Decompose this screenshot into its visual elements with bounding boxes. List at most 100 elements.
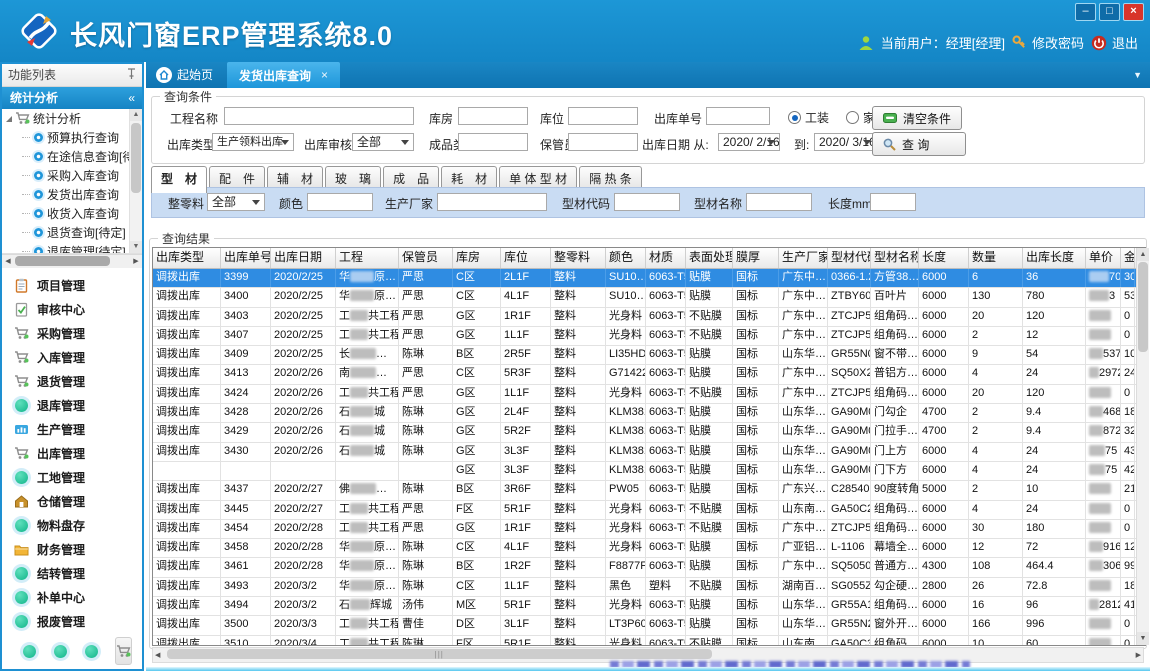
column-header-1[interactable]: 出库单号 bbox=[221, 248, 271, 268]
table-row[interactable]: 调拨出库34002020/2/25华原…严思C区4L1F整料SU10…6063-… bbox=[153, 288, 1145, 307]
sidebar-item-8[interactable]: 工地管理 bbox=[2, 465, 142, 489]
sidebar-item-14[interactable]: 报废管理 bbox=[2, 609, 142, 633]
material-tab-0[interactable]: 型 材 bbox=[151, 166, 207, 193]
out-type-combo[interactable]: 生产领料出库 bbox=[212, 133, 294, 151]
color-input[interactable] bbox=[307, 193, 373, 211]
collapse-icon[interactable]: « bbox=[128, 87, 135, 109]
table-row[interactable]: 调拨出库34032020/2/25工共工程严思G区1R1F整料光身料6063-T… bbox=[153, 308, 1145, 327]
table-row[interactable]: G区3L3F整料KLM38176063-T5贴膜国标山东华…GA90M09.门下… bbox=[153, 462, 1145, 481]
column-header-10[interactable]: 表面处理 bbox=[686, 248, 733, 268]
column-header-5[interactable]: 库房 bbox=[453, 248, 501, 268]
pin-icon[interactable] bbox=[127, 68, 136, 80]
warehouse-input[interactable] bbox=[458, 107, 528, 125]
search-button[interactable]: 查 询 bbox=[872, 132, 966, 156]
table-row[interactable]: 调拨出库34942020/3/2石辉城汤伟M区5R1F整料光身料6063-T5贴… bbox=[153, 597, 1145, 616]
tree-item-1[interactable]: 在途信息查询[待 bbox=[2, 147, 142, 166]
sidebar-item-13[interactable]: 补单中心 bbox=[2, 585, 142, 609]
table-vertical-scrollbar[interactable]: ▲ ▼ bbox=[1136, 248, 1149, 645]
table-row[interactable]: 调拨出库34132020/2/26南…严思C区5R3F整料G714226063-… bbox=[153, 365, 1145, 384]
table-row[interactable]: 调拨出库34612020/2/28华原…陈琳B区1R2F整料F8877FT606… bbox=[153, 558, 1145, 577]
column-header-16[interactable]: 数量 bbox=[969, 248, 1023, 268]
table-row[interactable]: 调拨出库33992020/2/25华原…严思C区2L1F整料SU10…6063-… bbox=[153, 269, 1145, 288]
table-row[interactable]: 调拨出库34092020/2/25长…陈琳B区2R5F整料LI35HD6063-… bbox=[153, 346, 1145, 365]
tab-home[interactable]: 起始页 bbox=[146, 62, 227, 88]
table-row[interactable]: 调拨出库34282020/2/26石城陈琳G区2L4F整料KLM38176063… bbox=[153, 404, 1145, 423]
tree-item-4[interactable]: 收货入库查询 bbox=[2, 204, 142, 223]
column-header-11[interactable]: 膜厚 bbox=[733, 248, 779, 268]
close-button[interactable]: × bbox=[1123, 3, 1144, 21]
tree-expander-icon[interactable] bbox=[6, 116, 12, 122]
column-header-9[interactable]: 材质 bbox=[646, 248, 686, 268]
module-dot-icon[interactable] bbox=[23, 645, 36, 658]
date-from-picker[interactable]: 2020/ 2/16 bbox=[718, 133, 780, 151]
table-row[interactable]: 调拨出库35102020/3/4工共工程陈琳F区5R1F整料光身料6063-T5… bbox=[153, 636, 1145, 646]
sidebar-item-0[interactable]: 项目管理 bbox=[2, 273, 142, 297]
tab-list-dropdown-icon[interactable]: ▼ bbox=[1133, 70, 1150, 88]
tree-horizontal-scrollbar[interactable]: ◀ ▶ bbox=[2, 254, 142, 268]
out-audit-combo[interactable]: 全部 bbox=[352, 133, 414, 151]
change-password-button[interactable]: 修改密码 bbox=[1012, 33, 1084, 52]
logout-button[interactable]: 退出 bbox=[1091, 33, 1138, 52]
sidebar-item-10[interactable]: 物料盘存 bbox=[2, 513, 142, 537]
sidebar-item-9[interactable]: 仓储管理 bbox=[2, 489, 142, 513]
column-header-4[interactable]: 保管员 bbox=[399, 248, 453, 268]
table-row[interactable]: 调拨出库34242020/2/26工共工程严思G区1L1F整料光身料6063-T… bbox=[153, 385, 1145, 404]
tree-item-3[interactable]: 发货出库查询 bbox=[2, 185, 142, 204]
column-header-8[interactable]: 颜色 bbox=[606, 248, 646, 268]
date-to-picker[interactable]: 2020/ 3/16 bbox=[814, 133, 876, 151]
tree-root-statistics[interactable]: 统计分析 bbox=[2, 109, 142, 128]
radio-gongzhuang[interactable]: 工装 bbox=[788, 109, 829, 126]
profile-code-input[interactable] bbox=[614, 193, 680, 211]
tree-vertical-scrollbar[interactable]: ▲ ▼ bbox=[129, 109, 142, 253]
table-row[interactable]: 调拨出库35002020/3/3工共工程曹佳D区3L1F整料LT3P606063… bbox=[153, 616, 1145, 635]
table-row[interactable]: 调拨出库34302020/2/26石城陈琳G区3L3F整料KLM38176063… bbox=[153, 443, 1145, 462]
tree-item-6[interactable]: 退库管理[待定] bbox=[2, 242, 142, 254]
maximize-button[interactable]: □ bbox=[1099, 3, 1120, 21]
table-row[interactable]: 调拨出库34582020/2/28华原…陈琳C区4L1F整料光身料6063-T5… bbox=[153, 539, 1145, 558]
tree-item-5[interactable]: 退货查询[待定] bbox=[2, 223, 142, 242]
project-name-input[interactable] bbox=[224, 107, 414, 125]
table-row[interactable]: 调拨出库34292020/2/26石城陈琳G区5R2F整料KLM38176063… bbox=[153, 423, 1145, 442]
sidebar-item-4[interactable]: 退货管理 bbox=[2, 369, 142, 393]
clear-conditions-button[interactable]: 清空条件 bbox=[872, 106, 962, 130]
column-header-3[interactable]: 工程 bbox=[336, 248, 399, 268]
column-header-19[interactable]: 金 bbox=[1121, 248, 1135, 268]
sidebar-item-5[interactable]: 退库管理 bbox=[2, 393, 142, 417]
sidebar-item-11[interactable]: 财务管理 bbox=[2, 537, 142, 561]
minimize-button[interactable]: – bbox=[1075, 3, 1096, 21]
tree-item-0[interactable]: 预算执行查询 bbox=[2, 128, 142, 147]
column-header-13[interactable]: 型材代码 bbox=[828, 248, 871, 268]
table-row[interactable]: 调拨出库34072020/2/25工共工程严思G区1L1F整料光身料6063-T… bbox=[153, 327, 1145, 346]
table-row[interactable]: 调拨出库34932020/3/2华原…陈琳C区1L1F整料黑色塑料不贴膜国标湖南… bbox=[153, 578, 1145, 597]
cart-module-button[interactable] bbox=[115, 637, 132, 665]
length-input[interactable] bbox=[870, 193, 916, 211]
module-dot-icon[interactable] bbox=[54, 645, 67, 658]
product-type-input[interactable] bbox=[458, 133, 528, 151]
sidebar-item-2[interactable]: 采购管理 bbox=[2, 321, 142, 345]
column-header-18[interactable]: 单价 bbox=[1086, 248, 1121, 268]
table-row[interactable]: 调拨出库34542020/2/28工共工程严思G区1R1F整料光身料6063-T… bbox=[153, 520, 1145, 539]
column-header-7[interactable]: 整零料 bbox=[551, 248, 606, 268]
sidebar-item-1[interactable]: 审核中心 bbox=[2, 297, 142, 321]
sidebar-item-7[interactable]: 出库管理 bbox=[2, 441, 142, 465]
statistics-section-header[interactable]: 统计分析 « bbox=[2, 87, 142, 109]
maker-input[interactable] bbox=[437, 193, 547, 211]
profile-name-input[interactable] bbox=[746, 193, 812, 211]
table-row[interactable]: 调拨出库34452020/2/27工共工程严思F区5R1F整料光身料6063-T… bbox=[153, 501, 1145, 520]
sidebar-item-6[interactable]: 生产管理 bbox=[2, 417, 142, 441]
keeper-input[interactable] bbox=[568, 133, 638, 151]
tab-close-icon[interactable]: × bbox=[321, 68, 328, 82]
whole-part-combo[interactable]: 全部 bbox=[207, 193, 265, 211]
column-header-17[interactable]: 出库长度 bbox=[1023, 248, 1086, 268]
sidebar-item-12[interactable]: 结转管理 bbox=[2, 561, 142, 585]
column-header-2[interactable]: 出库日期 bbox=[271, 248, 336, 268]
sidebar-item-3[interactable]: 入库管理 bbox=[2, 345, 142, 369]
order-no-input[interactable] bbox=[706, 107, 770, 125]
table-row[interactable]: 调拨出库34372020/2/27佛…陈琳B区3R6F整料PW056063-T5… bbox=[153, 481, 1145, 500]
column-header-12[interactable]: 生产厂家 bbox=[779, 248, 828, 268]
location-input[interactable] bbox=[568, 107, 638, 125]
column-header-14[interactable]: 型材名称 bbox=[871, 248, 919, 268]
tree-item-2[interactable]: 采购入库查询 bbox=[2, 166, 142, 185]
column-header-15[interactable]: 长度 bbox=[919, 248, 969, 268]
tab-shipment-outbound-query[interactable]: 发货出库查询 × bbox=[227, 62, 340, 88]
